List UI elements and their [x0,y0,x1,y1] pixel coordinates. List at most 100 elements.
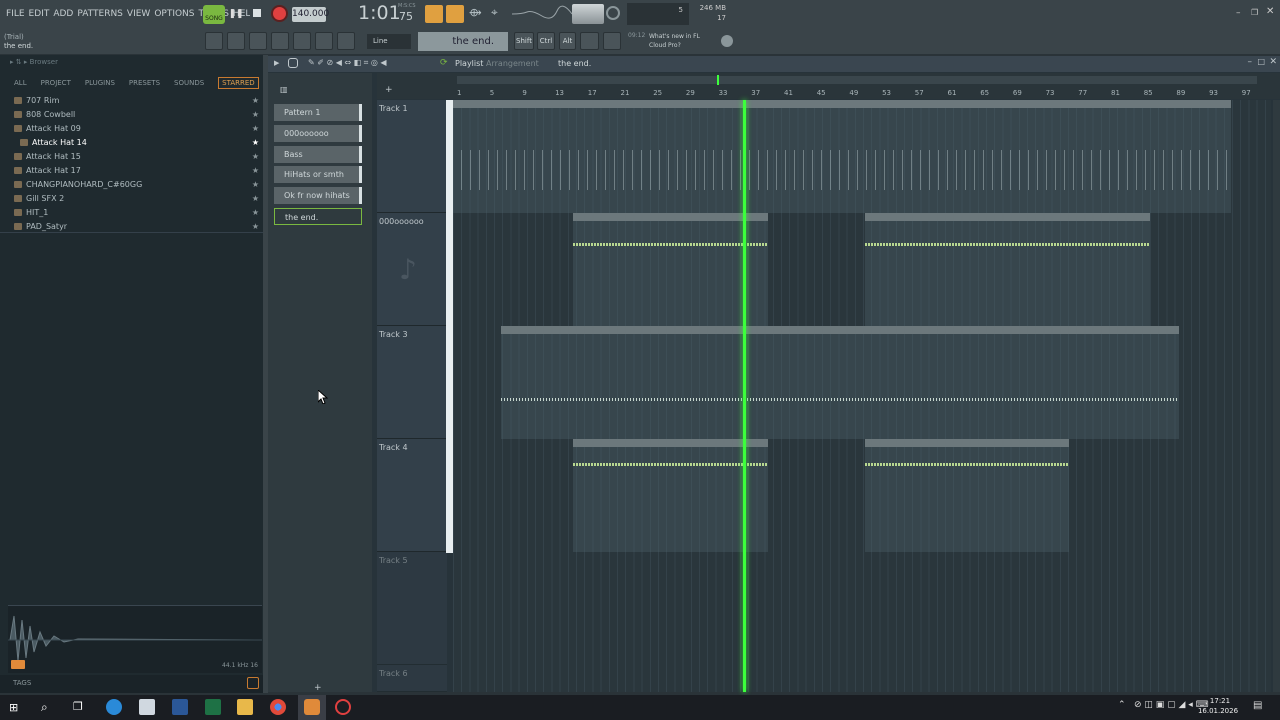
list-item[interactable]: CHANGPIANOHARD_C#60GG ★ [0,178,263,192]
track-header[interactable]: Track 3 [377,326,447,439]
picker-icon[interactable]: ▥ [280,85,292,95]
search-icon[interactable]: ⌕ [41,700,48,715]
tempo-display[interactable]: 140.000 [292,7,329,22]
pattern-select[interactable]: the end. [418,32,508,51]
list-item[interactable]: Attack Hat 09 ★ [0,122,263,136]
list-item[interactable]: HIT_1 ★ [0,206,263,220]
search-icon[interactable] [247,677,259,689]
pattern-item[interactable]: Bass [274,146,362,163]
play-sample-icon[interactable] [11,660,25,669]
tray-chevron-icon[interactable]: ⌃ [1118,700,1126,710]
tab-presets[interactable]: PRESETS [129,79,160,87]
pattern-clip[interactable] [501,326,1179,439]
pattern-item-selected[interactable]: the end. [274,208,362,225]
menu-patterns[interactable]: PATTERNS [75,0,125,28]
alt-button[interactable]: Alt [559,32,576,50]
ctrl-button[interactable]: Ctrl [537,32,555,50]
news-icon[interactable] [603,32,621,50]
store-icon[interactable] [139,699,155,715]
track-mute-strip[interactable] [446,100,453,553]
explorer-icon[interactable] [237,699,253,715]
menu-file[interactable]: FILE [4,0,27,28]
pattern-clip[interactable] [865,439,1069,552]
pattern-clip[interactable] [573,439,768,552]
wait-icon[interactable]: ⟴ [469,6,485,22]
mixer-icon[interactable] [293,32,311,50]
news-text[interactable]: What's new in FL Cloud Pro? [628,32,718,50]
tags-label[interactable]: TAGS [13,679,31,687]
clock-time[interactable]: 17:21 [1200,697,1240,705]
magnet-icon[interactable] [288,58,298,68]
stop-button[interactable] [250,6,264,20]
list-item-selected[interactable]: Attack Hat 14 ★ [0,136,263,150]
pattern-item[interactable]: HiHats or smth [274,166,362,183]
list-item[interactable]: Attack Hat 17 ★ [0,164,263,178]
notification-icon[interactable]: ▤ [1253,700,1262,711]
shift-button[interactable]: Shift [514,32,534,50]
pattern-clip[interactable] [865,213,1150,326]
pattern-item[interactable]: 000oooooo [274,125,362,142]
star-icon[interactable]: ★ [252,122,259,136]
pattern-clip[interactable] [573,213,768,326]
tab-plugins[interactable]: PLUGINS [85,79,115,87]
master-volume-slider[interactable] [572,4,604,24]
menu-edit[interactable]: EDIT [27,0,52,28]
star-icon[interactable]: ★ [252,136,259,150]
taskbar-active-app[interactable] [298,695,326,720]
star-icon[interactable]: ★ [252,206,259,220]
metronome-icon[interactable] [425,5,443,23]
playlist-icon[interactable] [249,32,267,50]
pattern-item[interactable]: Pattern 1 [274,104,362,121]
scrollbar[interactable] [457,76,1257,84]
step-seq-icon[interactable] [205,32,223,50]
channel-rack-icon[interactable] [271,32,289,50]
cloud-icon[interactable] [721,35,733,47]
edge-icon[interactable] [106,699,122,715]
menu-options[interactable]: OPTIONS [152,0,196,28]
mic-icon[interactable] [337,32,355,50]
track-header[interactable]: Track 1 [377,100,447,213]
song-mode-button[interactable]: SONG [203,5,225,24]
tab-starred[interactable]: STARRED [218,77,259,89]
close-icon[interactable]: ✕ [1269,57,1277,67]
pattern-item[interactable]: Ok fr now hihats [274,187,362,204]
minimize-icon[interactable]: – [1248,57,1253,67]
gear-icon[interactable] [580,32,599,50]
piano-roll-icon[interactable] [227,32,245,50]
play-icon[interactable]: ▶ [274,59,279,67]
playhead[interactable] [743,100,746,692]
tab-sounds[interactable]: SOUNDS [174,79,204,87]
chrome-icon[interactable] [270,699,286,715]
recorder-icon[interactable] [335,699,351,715]
star-icon[interactable]: ★ [252,94,259,108]
arrangement-grid[interactable] [453,100,1271,692]
arrow-icon[interactable] [315,32,333,50]
word-icon[interactable] [172,699,188,715]
track-header[interactable]: 000oooooo ♪ [377,213,447,326]
recycle-icon[interactable]: ⟳ [440,58,452,68]
list-item[interactable]: Gill SFX 2 ★ [0,192,263,206]
add-icon[interactable]: + [314,683,322,693]
master-pitch-knob[interactable] [606,6,620,20]
track-header[interactable]: Track 6 [377,665,447,692]
task-view-icon[interactable]: ❐ [73,700,83,713]
vertical-scrollbar[interactable] [1273,100,1280,692]
pitch-icon[interactable]: ⌖ [491,5,509,23]
menu-view[interactable]: VIEW [125,0,152,28]
add-track-icon[interactable]: + [385,85,393,95]
list-item[interactable]: 808 Cowbell ★ [0,108,263,122]
star-icon[interactable]: ★ [252,178,259,192]
windows-start-icon[interactable]: ⊞ [9,701,18,714]
track-header[interactable]: Track 5 [377,552,447,665]
maximize-icon[interactable]: □ [1257,57,1265,66]
track-header[interactable]: Track 4 [377,439,447,552]
countdown-icon[interactable] [446,5,464,23]
excel-icon[interactable] [205,699,221,715]
song-time[interactable]: 1:01 [358,2,401,24]
clock-date[interactable]: 16.01.2026 [1196,707,1240,715]
list-item[interactable]: Attack Hat 15 ★ [0,150,263,164]
star-icon[interactable]: ★ [252,150,259,164]
restore-icon[interactable]: ❐ [1251,8,1261,18]
record-button[interactable] [271,5,288,22]
tools-icon[interactable]: ✎ ✐ ⊘ ◀ ⇔ ◧ ⌗ ◎ ◀ [308,58,418,68]
